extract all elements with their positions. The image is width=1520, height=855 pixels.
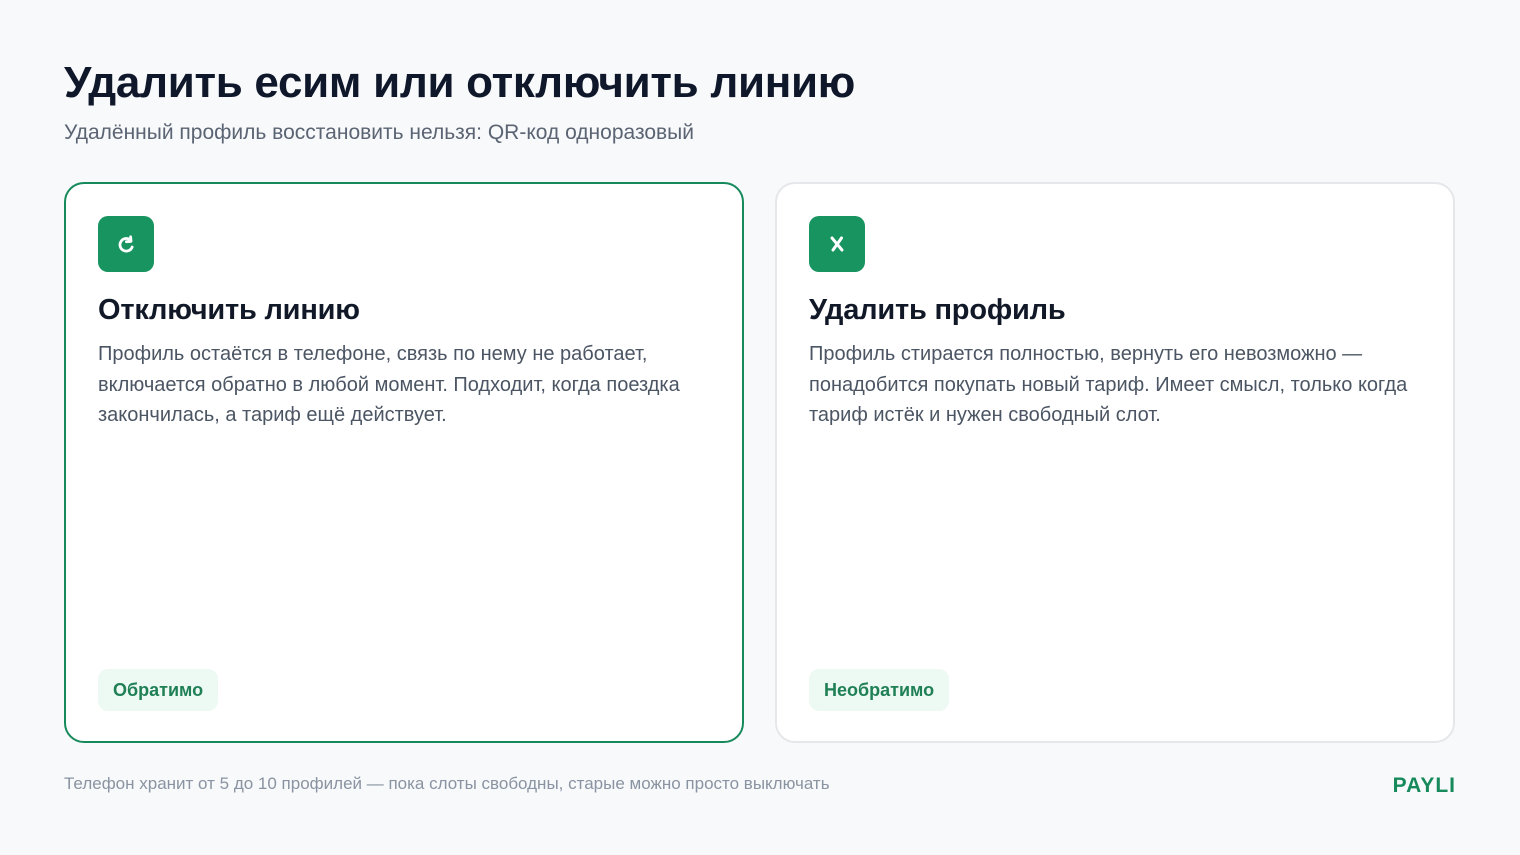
brand-logo: PAYLI	[1392, 774, 1456, 797]
close-icon	[809, 216, 865, 272]
disable-line-card[interactable]: Отключить линию Профиль остаётся в телеф…	[64, 182, 744, 743]
disable-line-description: Профиль остаётся в телефоне, связь по не…	[98, 343, 680, 426]
footer-note: Телефон хранит от 5 до 10 профилей — пок…	[64, 774, 830, 793]
page-title: Удалить есим или отключить линию	[64, 58, 856, 107]
slide-page: Удалить есим или отключить линию Удалённ…	[0, 0, 1520, 855]
delete-profile-card[interactable]: Удалить профиль Профиль стирается полнос…	[775, 182, 1455, 743]
page-subtitle: Удалённый профиль восстановить нельзя: Q…	[64, 121, 694, 144]
disable-line-title: Отключить линию	[98, 294, 360, 326]
delete-profile-description: Профиль стирается полностью, вернуть его…	[809, 343, 1408, 426]
undo-icon	[98, 216, 154, 272]
irreversible-badge: Необратимо	[809, 669, 950, 711]
reversible-badge: Обратимо	[98, 669, 219, 711]
delete-profile-title: Удалить профиль	[809, 294, 1066, 326]
